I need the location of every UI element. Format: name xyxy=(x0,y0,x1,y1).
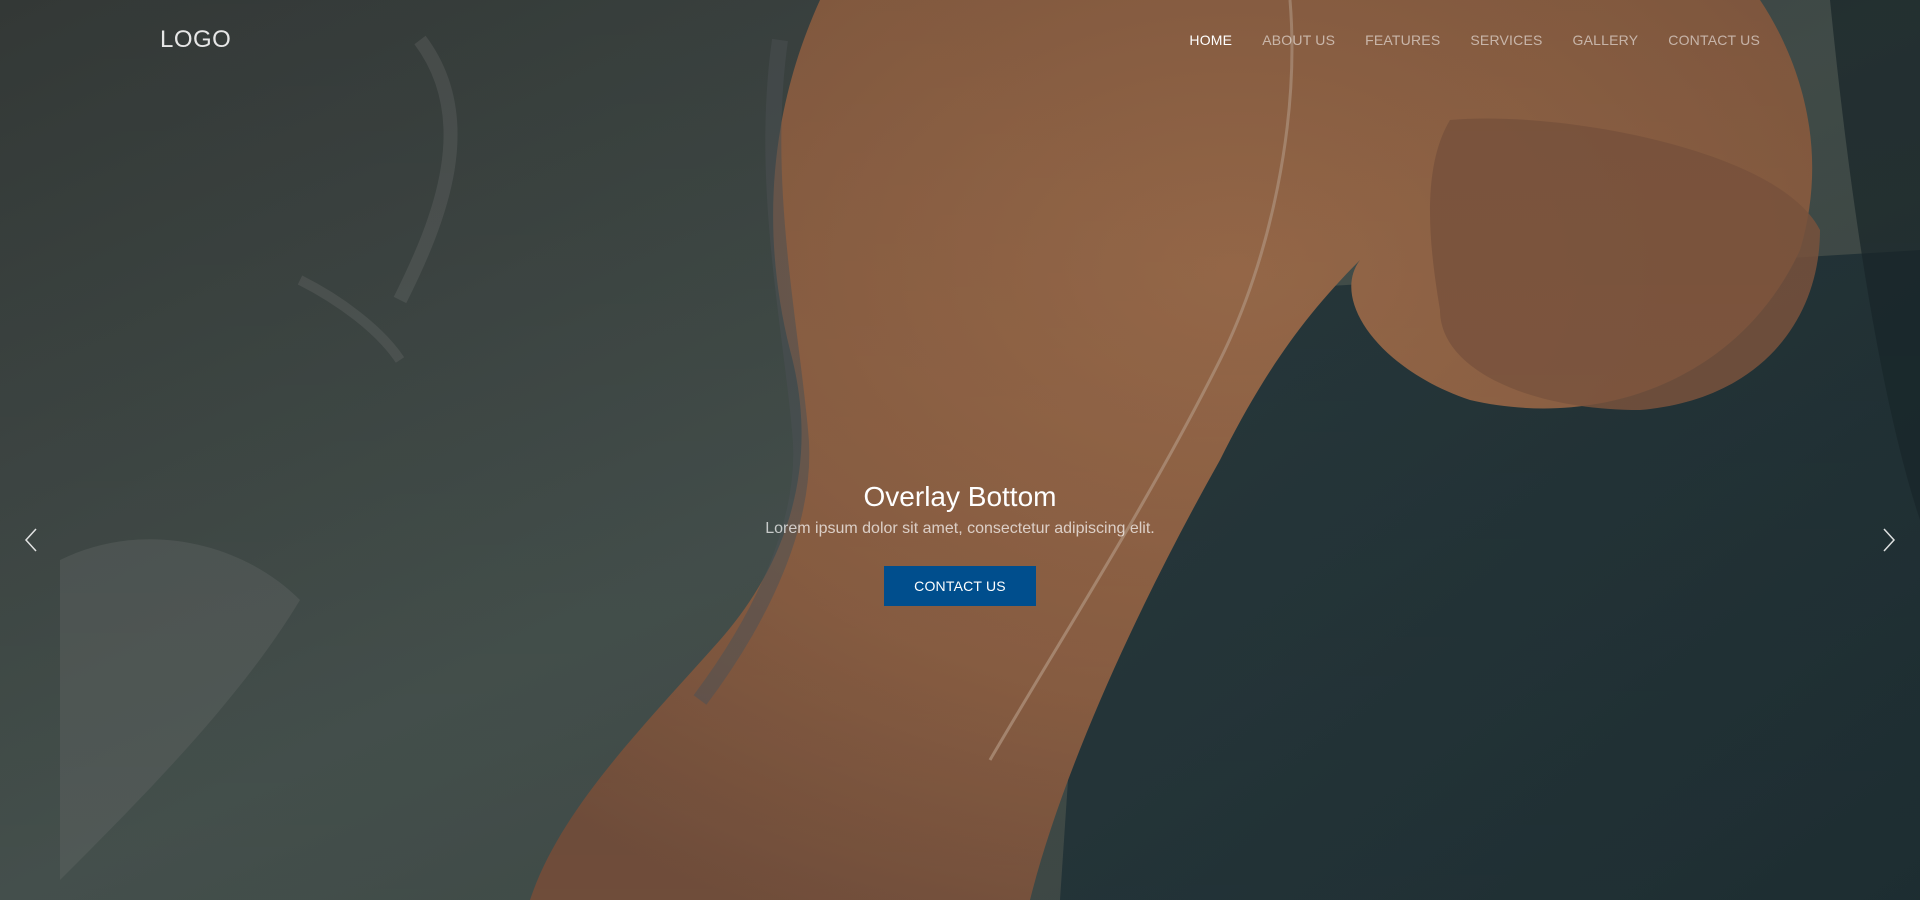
top-navbar: LOGO HOME ABOUT US FEATURES SERVICES GAL… xyxy=(0,0,1920,80)
site-logo[interactable]: LOGO xyxy=(160,26,231,54)
nav-link-contact-us[interactable]: CONTACT US xyxy=(1668,32,1760,48)
nav-link-services[interactable]: SERVICES xyxy=(1470,32,1542,48)
hero-slider: LOGO HOME ABOUT US FEATURES SERVICES GAL… xyxy=(0,0,1920,900)
nav-link-features[interactable]: FEATURES xyxy=(1365,32,1440,48)
nav-link-home[interactable]: HOME xyxy=(1189,32,1232,48)
nav-item-features: FEATURES xyxy=(1365,32,1440,50)
chevron-right-icon xyxy=(1883,528,1896,552)
hero-background-image xyxy=(0,0,1920,900)
contact-us-button[interactable]: CONTACT US xyxy=(884,566,1036,606)
nav-item-services: SERVICES xyxy=(1470,32,1542,50)
slide-caption: Overlay Bottom Lorem ipsum dolor sit ame… xyxy=(0,480,1920,606)
nav-item-contact-us: CONTACT US xyxy=(1668,32,1760,50)
nav-link-about-us[interactable]: ABOUT US xyxy=(1262,32,1335,48)
next-slide-button[interactable] xyxy=(1876,526,1900,554)
main-nav: HOME ABOUT US FEATURES SERVICES GALLERY … xyxy=(1189,32,1760,50)
nav-link-gallery[interactable]: GALLERY xyxy=(1573,32,1639,48)
prev-slide-button[interactable] xyxy=(20,526,44,554)
nav-item-gallery: GALLERY xyxy=(1573,32,1639,50)
nav-item-home: HOME xyxy=(1189,32,1232,50)
slide-subtitle: Lorem ipsum dolor sit amet, consectetur … xyxy=(765,520,1155,537)
slide-title: Overlay Bottom xyxy=(863,481,1057,512)
chevron-left-icon xyxy=(24,528,37,552)
nav-item-about-us: ABOUT US xyxy=(1262,32,1335,50)
